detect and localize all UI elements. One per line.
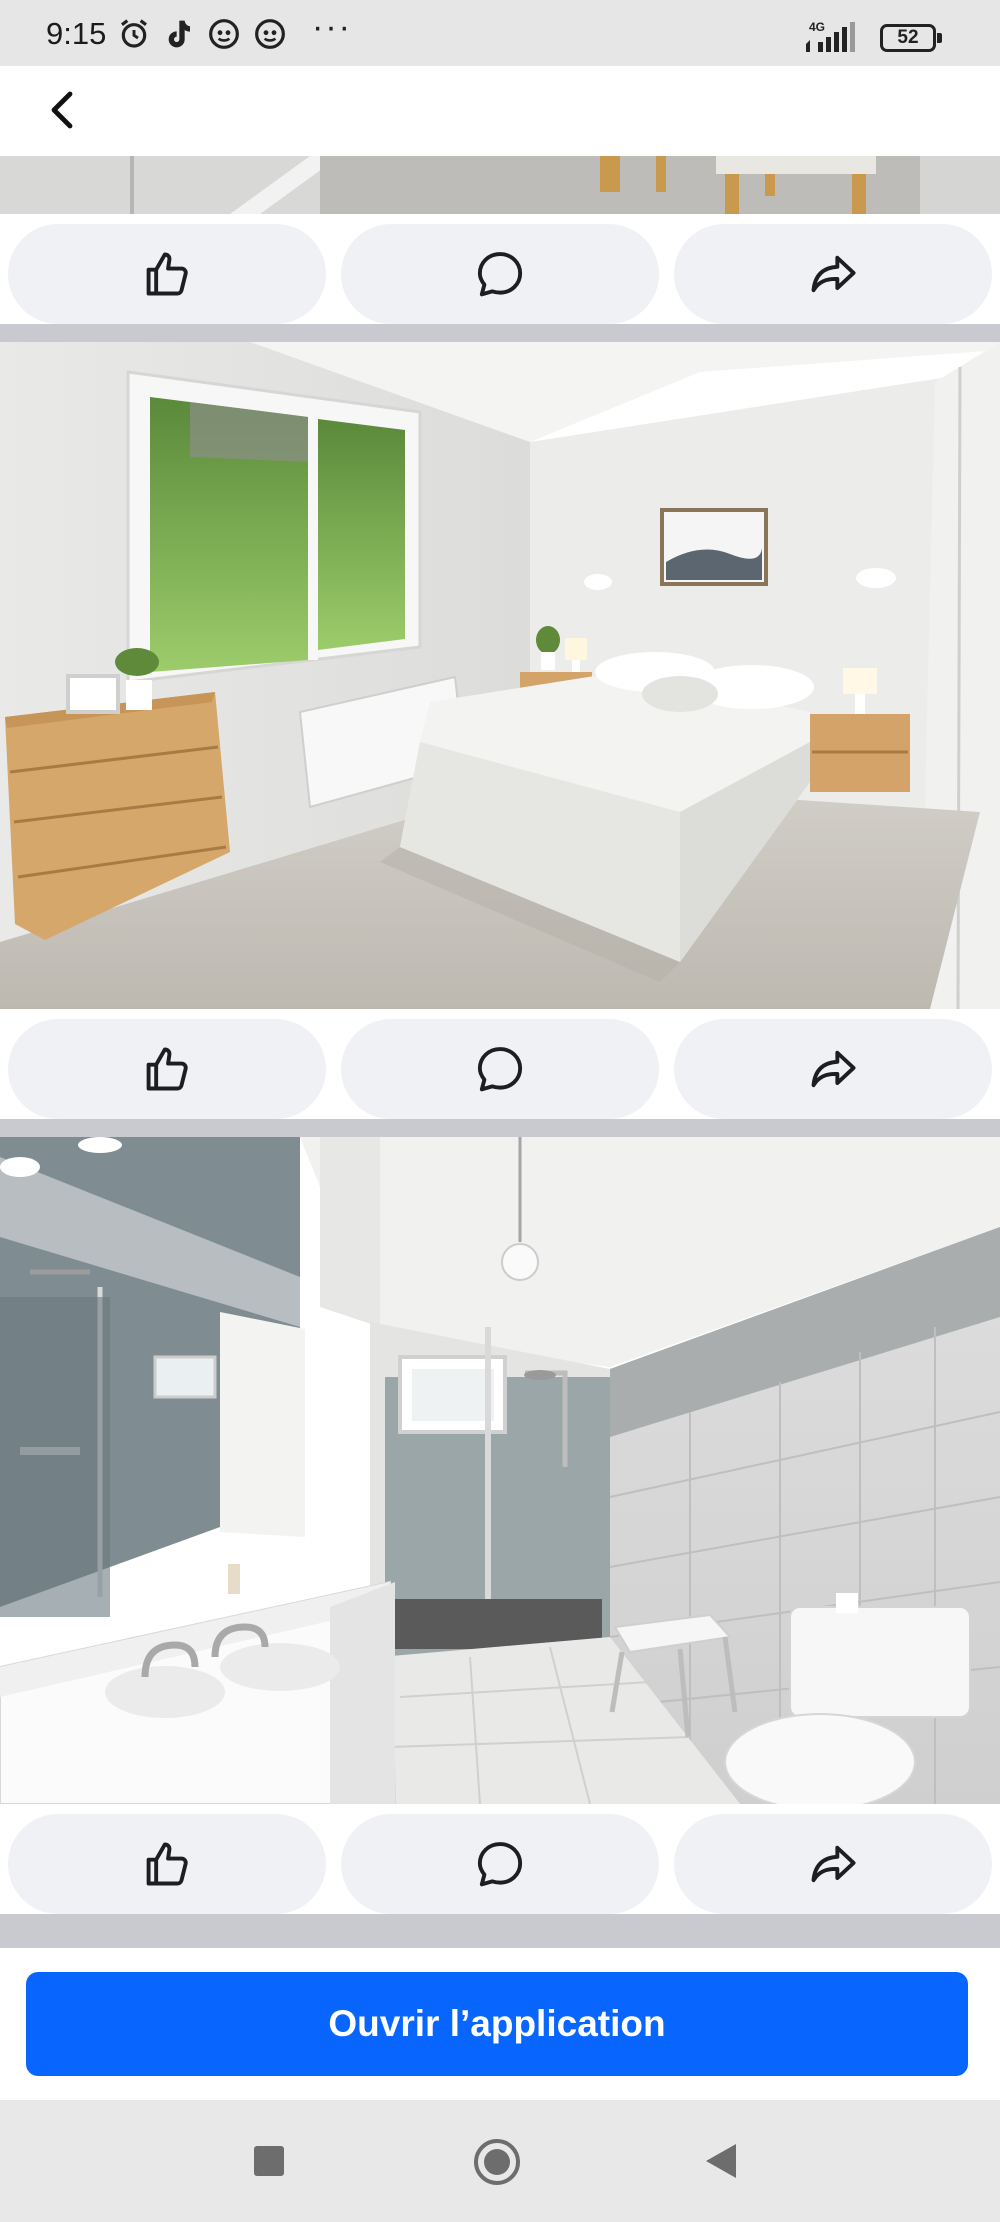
alarm-icon (121, 19, 147, 48)
share-icon (807, 1043, 859, 1095)
comment-icon (474, 1043, 526, 1095)
share-button[interactable] (674, 1019, 992, 1119)
comment-button[interactable] (341, 1814, 659, 1914)
like-button[interactable] (8, 224, 326, 324)
bedroom-photo[interactable] (0, 342, 1000, 1009)
comment-icon (474, 248, 526, 300)
signal-icon (806, 22, 855, 52)
back-triangle-icon[interactable] (706, 2144, 736, 2178)
status-bar: 9:15 ··· 4G 52 (0, 0, 1000, 66)
like-button[interactable] (8, 1814, 326, 1914)
battery-level: 52 (897, 27, 919, 48)
top-nav (0, 66, 1000, 156)
post-divider (0, 1914, 1000, 1948)
post-2-actions (0, 1009, 1000, 1119)
post-divider (0, 1119, 1000, 1137)
tiktok-icon (168, 20, 190, 48)
comment-button[interactable] (341, 1019, 659, 1119)
like-icon (141, 1043, 193, 1095)
status-time: 9:15 (46, 16, 107, 51)
post-1-actions (0, 214, 1000, 324)
battery-icon: 52 (880, 24, 942, 52)
system-nav-bar (0, 2100, 1000, 2222)
open-app-bar: Ouvrir l’application (0, 1948, 1000, 2100)
share-button[interactable] (674, 224, 992, 324)
more-notifications: ··· (312, 8, 352, 46)
comment-button[interactable] (341, 224, 659, 324)
kitchen-photo-partial[interactable] (0, 156, 1000, 214)
post-divider (0, 324, 1000, 342)
chevron-left-icon[interactable] (40, 86, 88, 134)
share-button[interactable] (674, 1814, 992, 1914)
app-face-icon (209, 19, 239, 49)
app-face-icon (255, 19, 285, 49)
open-app-button[interactable]: Ouvrir l’application (26, 1972, 968, 2076)
like-button[interactable] (8, 1019, 326, 1119)
like-icon (141, 248, 193, 300)
comment-icon (474, 1838, 526, 1890)
share-icon (807, 1838, 859, 1890)
share-icon (807, 248, 859, 300)
recents-icon[interactable] (254, 2146, 284, 2176)
post-3-actions (0, 1804, 1000, 1914)
home-icon[interactable] (474, 2139, 520, 2185)
like-icon (141, 1838, 193, 1890)
bathroom-photo[interactable] (0, 1137, 1000, 1804)
